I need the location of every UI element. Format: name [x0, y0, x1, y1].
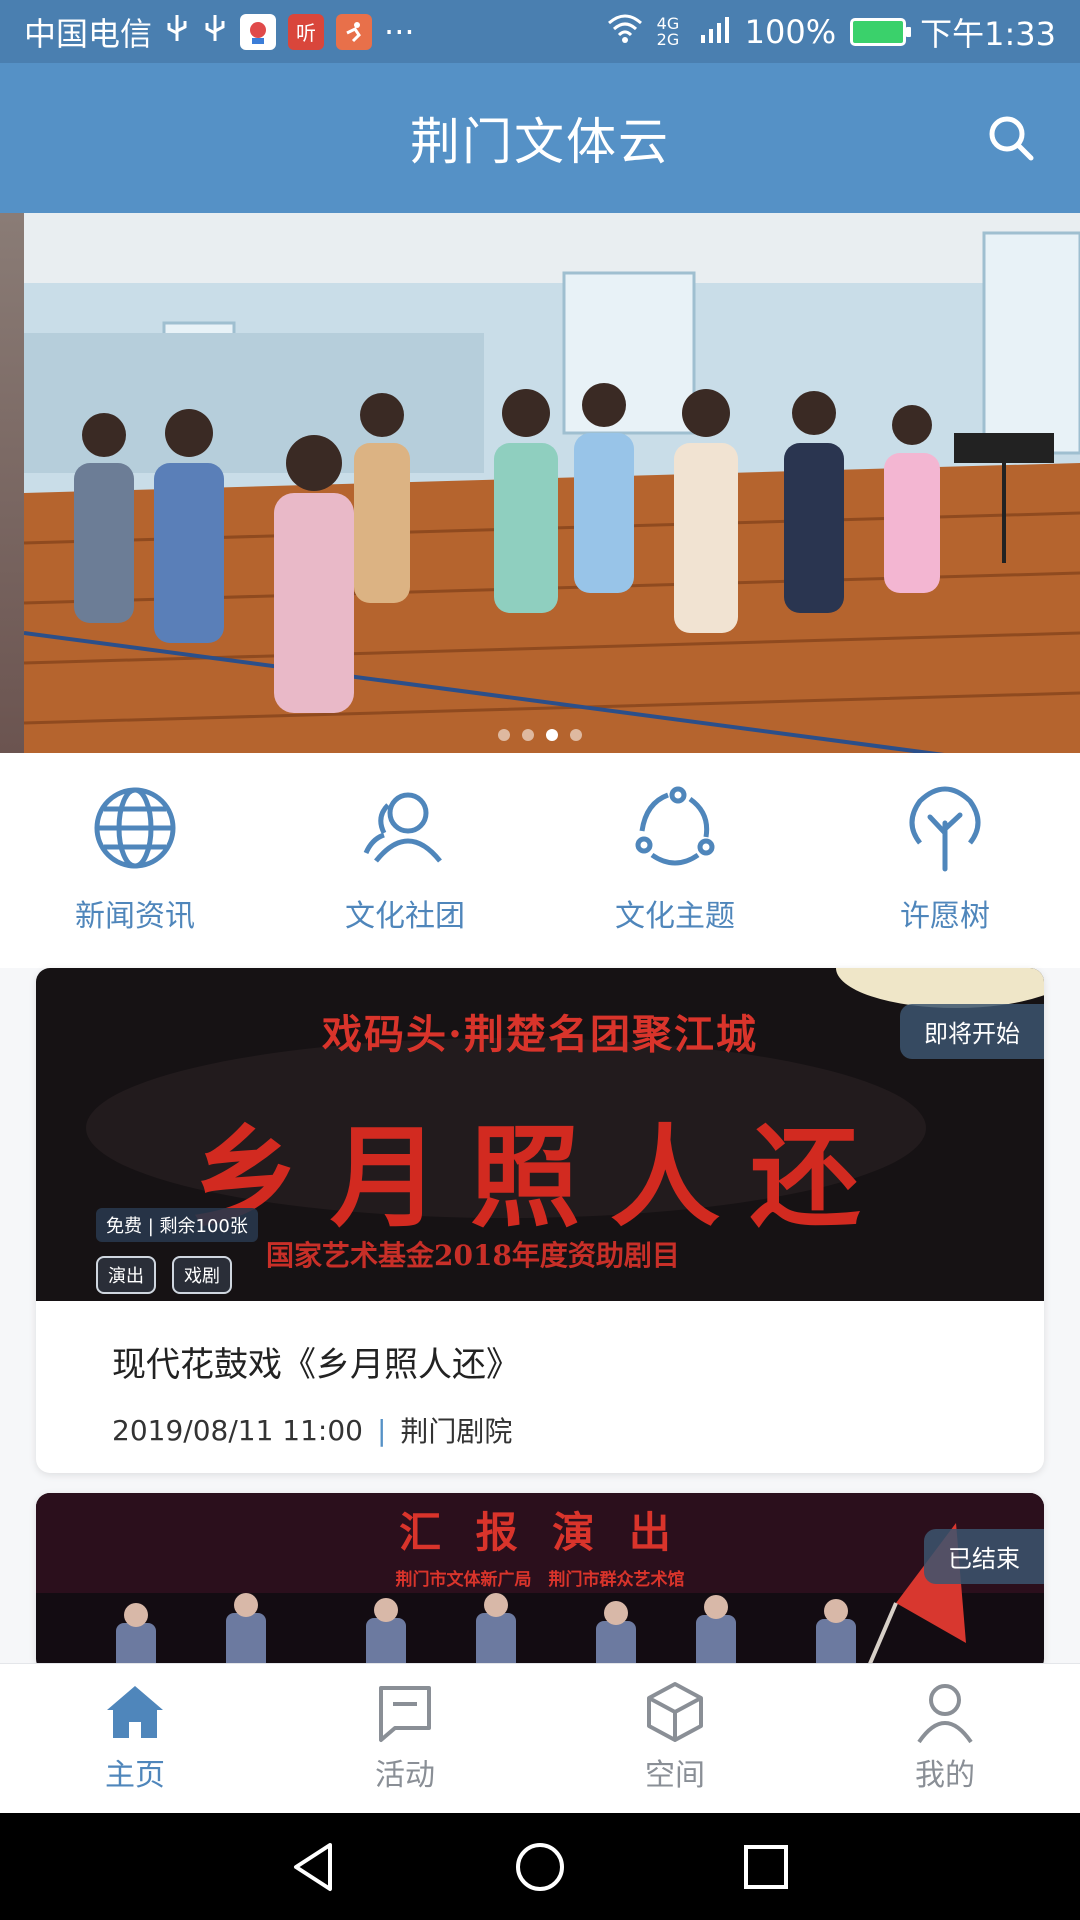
status-bar: 中国电信 听 ··· 4G 2G 100% 下午1:33 [0, 0, 1080, 63]
tab-space[interactable]: 空间 [540, 1664, 810, 1813]
recent-apps-icon[interactable] [738, 1839, 794, 1895]
event-meta: 2019/08/11 11:00 | 荆门剧院 [112, 1410, 968, 1450]
carousel-dot[interactable] [498, 729, 510, 741]
user-icon [917, 1684, 973, 1744]
event-venue: 荆门剧院 [400, 1415, 513, 1448]
bottom-tab-bar: 主页 活动 空间 我的 [0, 1663, 1080, 1813]
tag-list: 演出 戏剧 [96, 1256, 232, 1294]
usb-icon [164, 13, 190, 51]
category-tag[interactable]: 演出 [96, 1256, 156, 1294]
message-icon [379, 1686, 431, 1742]
poster-subtitle: 国家艺术基金2018年度资助剧目 [266, 1239, 680, 1272]
quick-nav-label: 许愿树 [900, 899, 990, 934]
network-type: 4G 2G [656, 13, 680, 49]
meta-separator: | [376, 1413, 387, 1447]
quick-nav-wish-tree[interactable]: 许愿树 [810, 753, 1080, 968]
more-notifications-icon: ··· [384, 12, 415, 51]
quick-nav-label: 文化主题 [615, 899, 735, 934]
quick-nav-label: 文化社团 [345, 899, 465, 934]
tab-profile[interactable]: 我的 [810, 1664, 1080, 1813]
tab-label: 主页 [105, 1758, 165, 1793]
tab-label: 活动 [375, 1758, 435, 1793]
home-icon [107, 1686, 163, 1738]
battery-icon [850, 17, 912, 46]
listen-app-icon: 听 [288, 13, 325, 50]
cycle-icon [635, 786, 715, 866]
carousel-dot-active[interactable] [546, 729, 558, 741]
app-notification-icon [240, 13, 277, 50]
usb-icon [202, 13, 228, 51]
banner-image [24, 213, 1080, 753]
event-poster: 汇 报 演 出 荆门市文体新广局 荆门市群众艺术馆 已结束 [36, 1493, 1044, 1673]
poster-headline: 戏码头·荆楚名团聚江城 [322, 1011, 758, 1058]
signal-icon [700, 13, 731, 51]
poster-headline: 汇 报 演 出 [399, 1508, 681, 1557]
system-navigation-bar [0, 1813, 1080, 1920]
quick-nav-themes[interactable]: 文化主题 [540, 753, 810, 968]
back-icon[interactable] [286, 1839, 342, 1895]
app-bar: 荆门文体云 [0, 63, 1080, 213]
fitness-app-icon [336, 13, 373, 50]
quick-nav-label: 新闻资讯 [75, 899, 195, 934]
app-title: 荆门文体云 [410, 113, 670, 171]
cube-icon [647, 1682, 703, 1742]
tab-label: 我的 [915, 1758, 975, 1793]
quick-nav-news[interactable]: 新闻资讯 [0, 753, 270, 968]
carousel-dot[interactable] [522, 729, 534, 741]
tree-icon [909, 786, 981, 872]
status-badge: 即将开始 [900, 1004, 1044, 1059]
wifi-icon [607, 13, 643, 51]
tab-activities[interactable]: 活动 [270, 1664, 540, 1813]
tab-home[interactable]: 主页 [0, 1664, 270, 1813]
event-poster: 戏码头·荆楚名团聚江城 乡月照人还 国家艺术基金2018年度资助剧目 即将开始 … [36, 968, 1044, 1301]
battery-percent: 100% [744, 12, 837, 51]
carousel-dot[interactable] [570, 729, 582, 741]
search-icon[interactable] [986, 113, 1036, 163]
status-badge: 已结束 [924, 1529, 1044, 1584]
home-button-icon[interactable] [512, 1839, 568, 1895]
previous-slide-edge [0, 213, 24, 753]
quick-nav-clubs[interactable]: 文化社团 [270, 753, 540, 968]
category-tag[interactable]: 戏剧 [172, 1256, 232, 1294]
carrier-name: 中国电信 [24, 14, 153, 53]
tab-label: 空间 [645, 1758, 705, 1793]
event-card[interactable]: 戏码头·荆楚名团聚江城 乡月照人还 国家艺术基金2018年度资助剧目 即将开始 … [36, 968, 1044, 1473]
event-info: 现代花鼓戏《乡月照人还》 2019/08/11 11:00 | 荆门剧院 [36, 1301, 1044, 1473]
quick-nav: 新闻资讯 文化社团 文化主题 许愿树 [0, 753, 1080, 968]
poster-organizers: 荆门市文体新广局 荆门市群众艺术馆 [395, 1570, 685, 1590]
group-icon [363, 792, 442, 863]
banner-carousel[interactable] [0, 213, 1080, 753]
carousel-indicator [0, 729, 1080, 741]
clock: 下午1:33 [920, 14, 1056, 53]
event-datetime: 2019/08/11 11:00 [112, 1413, 363, 1447]
event-title: 现代花鼓戏《乡月照人还》 [112, 1345, 520, 1385]
event-card[interactable]: 汇 报 演 出 荆门市文体新广局 荆门市群众艺术馆 已结束 [36, 1493, 1044, 1673]
ticket-info: 免费 | 剩余100张 [96, 1208, 258, 1242]
globe-icon [94, 787, 176, 869]
